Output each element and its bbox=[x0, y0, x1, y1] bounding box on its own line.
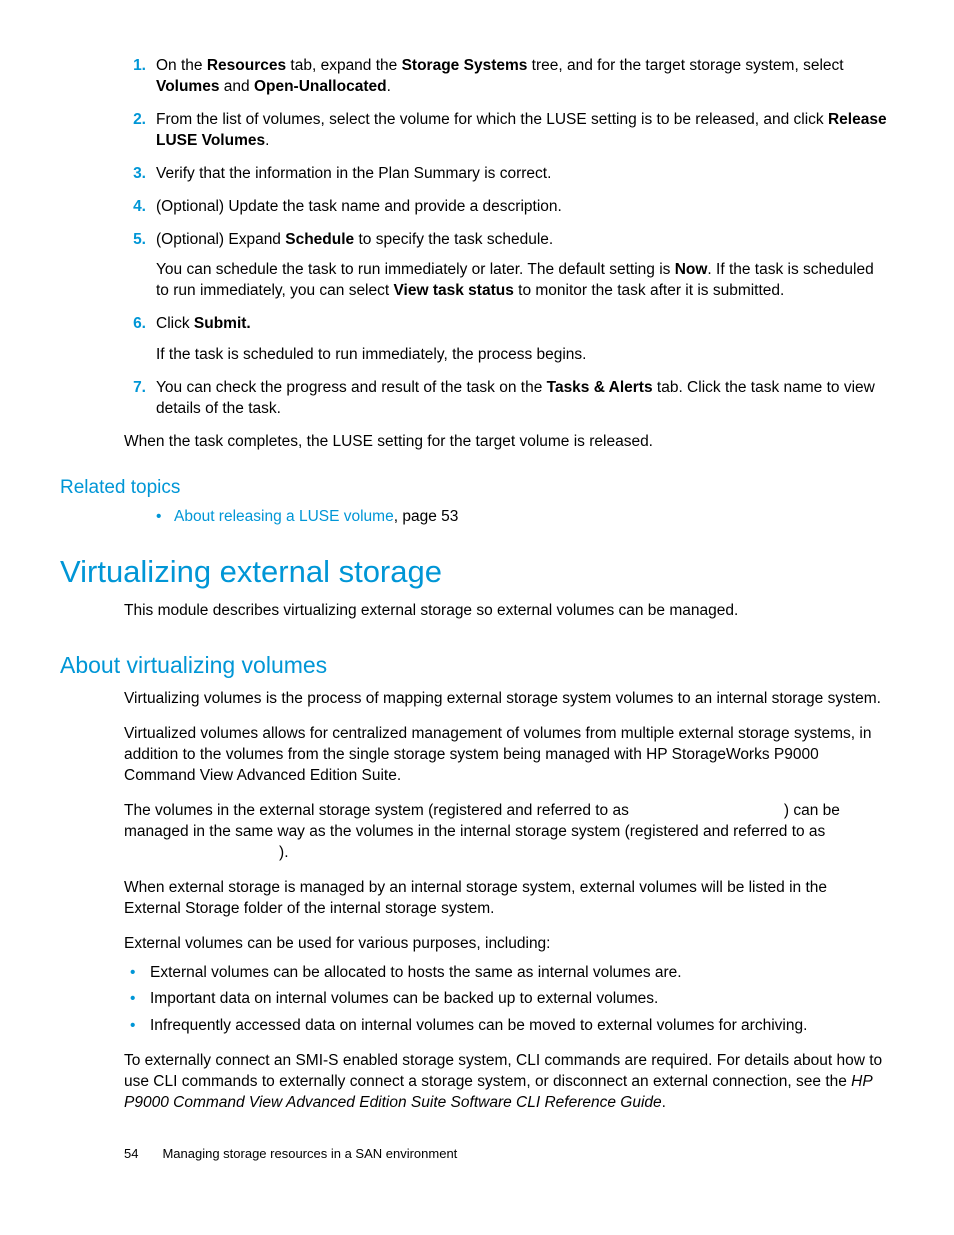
step-number: 4. bbox=[124, 197, 146, 218]
body-paragraph: When external storage is managed by an i… bbox=[124, 878, 888, 920]
body-paragraph: Virtualized volumes allows for centraliz… bbox=[124, 724, 888, 787]
step-item: 2. From the list of volumes, select the v… bbox=[124, 110, 888, 152]
bullet-list: External volumes can be allocated to hos… bbox=[124, 963, 888, 1038]
step-number: 6. bbox=[124, 314, 146, 335]
step-number: 1. bbox=[124, 56, 146, 77]
body-paragraph: The volumes in the external storage syst… bbox=[124, 801, 888, 864]
related-topic-page: , page 53 bbox=[394, 508, 459, 525]
related-topic-link[interactable]: About releasing a LUSE volume bbox=[174, 508, 394, 525]
bullet-item: Important data on internal volumes can b… bbox=[124, 989, 888, 1010]
procedure-steps: 1. On the Resources tab, expand the Stora… bbox=[124, 56, 888, 420]
section-heading-virtualizing: Virtualizing external storage bbox=[60, 551, 894, 593]
body-paragraph: External volumes can be used for various… bbox=[124, 934, 888, 955]
subsection-heading-about: About virtualizing volumes bbox=[60, 650, 894, 681]
related-topics-heading: Related topics bbox=[60, 475, 894, 501]
step-number: 5. bbox=[124, 230, 146, 251]
step-body: Verify that the information in the Plan … bbox=[156, 164, 888, 185]
step-number: 2. bbox=[124, 110, 146, 131]
step-item: 5. (Optional) Expand Schedule to specify … bbox=[124, 230, 888, 303]
after-steps-text: When the task completes, the LUSE settin… bbox=[124, 432, 888, 453]
related-topic-item: About releasing a LUSE volume, page 53 bbox=[156, 507, 894, 528]
step-body: You can check the progress and result of… bbox=[156, 378, 888, 420]
step-item: 3. Verify that the information in the Pla… bbox=[124, 164, 888, 185]
step-body: (Optional) Update the task name and prov… bbox=[156, 197, 888, 218]
bullet-item: External volumes can be allocated to hos… bbox=[124, 963, 888, 984]
body-paragraph: Virtualizing volumes is the process of m… bbox=[124, 689, 888, 710]
section-intro: This module describes virtualizing exter… bbox=[124, 601, 888, 622]
step-subtext: You can schedule the task to run immedia… bbox=[156, 260, 888, 302]
page-footer: 54 Managing storage resources in a SAN en… bbox=[124, 1145, 457, 1163]
step-item: 7. You can check the progress and result … bbox=[124, 378, 888, 420]
step-item: 4. (Optional) Update the task name and pr… bbox=[124, 197, 888, 218]
step-subtext: If the task is scheduled to run immediat… bbox=[156, 345, 888, 366]
bullet-item: Infrequently accessed data on internal v… bbox=[124, 1016, 888, 1037]
step-item: 1. On the Resources tab, expand the Stora… bbox=[124, 56, 888, 98]
page-number: 54 bbox=[124, 1146, 138, 1161]
step-body: (Optional) Expand Schedule to specify th… bbox=[156, 230, 888, 251]
step-body: On the Resources tab, expand the Storage… bbox=[156, 56, 888, 98]
body-paragraph: To externally connect an SMI-S enabled s… bbox=[124, 1051, 888, 1114]
step-number: 3. bbox=[124, 164, 146, 185]
step-body: From the list of volumes, select the vol… bbox=[156, 110, 888, 152]
step-number: 7. bbox=[124, 378, 146, 399]
step-body: Click Submit. bbox=[156, 314, 888, 335]
footer-chapter-title: Managing storage resources in a SAN envi… bbox=[162, 1146, 457, 1161]
step-item: 6. Click Submit. If the task is scheduled … bbox=[124, 314, 888, 366]
